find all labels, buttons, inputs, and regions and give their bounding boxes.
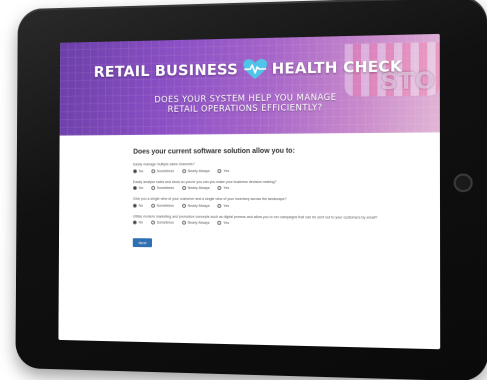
radio-button[interactable] — [217, 221, 222, 226]
option-label: Sometimes — [156, 186, 175, 191]
answer-options: No Sometimes Nearly Always Yes — [132, 220, 413, 227]
question-4: Utilise modern marketing and promotion c… — [132, 214, 413, 227]
option-yes[interactable]: Yes — [217, 168, 230, 173]
option-sometimes[interactable]: Sometimes — [150, 220, 174, 225]
option-label: Yes — [223, 186, 230, 191]
option-label: Sometimes — [156, 220, 174, 225]
option-label: No — [138, 220, 144, 225]
option-label: Yes — [223, 221, 230, 226]
option-yes[interactable]: Yes — [217, 186, 230, 191]
option-label: Sometimes — [156, 203, 174, 208]
radio-button[interactable] — [217, 186, 222, 191]
radio-button[interactable] — [150, 168, 155, 173]
option-no[interactable]: No — [132, 220, 144, 225]
question-text: Easily manage multiple sales channels? — [133, 162, 195, 167]
answer-options: No Sometimes Nearly Always Yes — [133, 168, 413, 173]
option-label: Nearly Always — [187, 186, 210, 191]
radio-button[interactable] — [217, 168, 222, 173]
question-2: Easily analyse sales and stock so you/or… — [133, 179, 413, 190]
tablet-device: STO RETAIL BUSINESS HEALTH CHECK DOES YO… — [15, 0, 487, 380]
option-no[interactable]: No — [133, 169, 143, 173]
option-nearly-always[interactable]: Nearly Always — [181, 186, 210, 191]
option-label: Yes — [223, 168, 230, 173]
option-nearly-always[interactable]: Nearly Always — [181, 221, 210, 226]
radio-button[interactable] — [150, 186, 155, 191]
hero-banner: STO RETAIL BUSINESS HEALTH CHECK DOES YO… — [59, 33, 440, 136]
radio-button[interactable] — [133, 186, 137, 191]
option-nearly-always[interactable]: Nearly Always — [181, 203, 210, 208]
option-label: Yes — [223, 203, 230, 208]
stage: STO RETAIL BUSINESS HEALTH CHECK DOES YO… — [0, 0, 487, 380]
radio-button[interactable] — [150, 203, 155, 208]
option-label: No — [138, 168, 144, 173]
radio-button[interactable] — [132, 220, 137, 225]
radio-button[interactable] — [181, 203, 186, 208]
answer-options: No Sometimes Nearly Always Yes — [132, 203, 413, 209]
banner-subtitle: DOES YOUR SYSTEM HELP YOU MANAGE RETAIL … — [60, 91, 440, 116]
option-label: Nearly Always — [187, 168, 210, 173]
question-1: Easily manage multiple sales channels? N… — [133, 161, 413, 173]
banner-title-left: RETAIL BUSINESS — [93, 60, 238, 81]
option-sometimes[interactable]: Sometimes — [150, 168, 175, 173]
heartbeat-heart-icon — [243, 58, 267, 80]
option-yes[interactable]: Yes — [217, 221, 229, 225]
option-sometimes[interactable]: Sometimes — [150, 186, 175, 191]
radio-button[interactable] — [181, 168, 186, 173]
question-text: Easily analyse sales and stock so you/or… — [133, 179, 277, 184]
question-text: Give you a single view of your customer … — [132, 197, 287, 202]
radio-button[interactable] — [181, 221, 186, 226]
option-label: Nearly Always — [187, 203, 210, 208]
option-label: No — [138, 186, 144, 191]
answer-options: No Sometimes Nearly Always Yes — [133, 186, 413, 190]
form-heading: Does your current software solution allo… — [133, 147, 295, 156]
radio-button[interactable] — [132, 203, 137, 208]
option-nearly-always[interactable]: Nearly Always — [181, 168, 210, 173]
radio-button[interactable] — [150, 220, 155, 225]
radio-button[interactable] — [217, 203, 222, 208]
question-text: Utilise modern marketing and promotion c… — [132, 214, 378, 220]
home-button[interactable] — [453, 173, 473, 193]
option-no[interactable]: No — [132, 203, 144, 208]
radio-button[interactable] — [133, 168, 137, 173]
tablet-screen: STO RETAIL BUSINESS HEALTH CHECK DOES YO… — [58, 33, 441, 350]
option-no[interactable]: No — [133, 186, 143, 190]
option-yes[interactable]: Yes — [217, 203, 230, 208]
banner-title-right: HEALTH CHECK — [271, 57, 403, 78]
option-sometimes[interactable]: Sometimes — [150, 203, 174, 208]
option-label: No — [138, 203, 144, 208]
question-3: Give you a single view of your customer … — [132, 197, 413, 209]
option-label: Sometimes — [156, 168, 175, 173]
next-button[interactable]: Next — [132, 238, 153, 248]
radio-button[interactable] — [181, 186, 186, 191]
health-check-form: Does your current software solution allo… — [132, 147, 413, 252]
option-label: Nearly Always — [187, 221, 210, 226]
